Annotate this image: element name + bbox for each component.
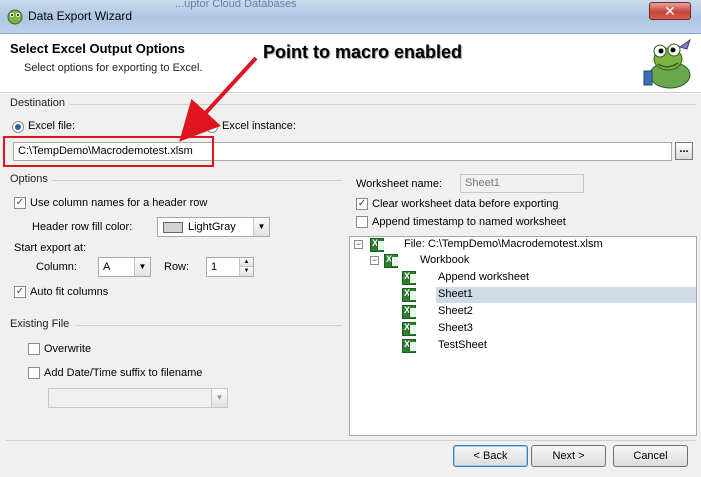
- tree-sheet-label: TestSheet: [438, 339, 487, 351]
- use-column-names-checkbox[interactable]: ✓: [14, 197, 26, 209]
- tree-workbook-node[interactable]: − Workbook: [370, 253, 670, 269]
- close-icon: ✕: [664, 3, 676, 19]
- append-timestamp-checkbox[interactable]: [356, 216, 368, 228]
- page-title: Select Excel Output Options: [10, 41, 185, 56]
- file-path-highlight-box: [3, 136, 214, 167]
- collapse-icon[interactable]: −: [354, 240, 363, 249]
- tree-sheet-node-selected[interactable]: Sheet1: [436, 287, 696, 303]
- excel-file-radio[interactable]: [12, 121, 24, 133]
- annotation-callout: Point to macro enabled: [263, 42, 463, 62]
- worksheet-icon: [402, 271, 416, 285]
- collapse-icon[interactable]: −: [370, 256, 379, 265]
- chevron-down-icon[interactable]: ▼: [211, 389, 227, 407]
- next-button[interactable]: Next >: [531, 445, 606, 467]
- header-fill-color-label: Header row fill color:: [32, 221, 133, 233]
- overwrite-label: Overwrite: [44, 343, 92, 355]
- overwrite-checkbox[interactable]: [28, 343, 40, 355]
- cancel-button[interactable]: Cancel: [613, 445, 688, 467]
- clear-worksheet-checkbox[interactable]: ✓: [356, 198, 368, 210]
- column-value: A: [103, 261, 111, 273]
- existing-file-divider: [76, 325, 342, 326]
- append-timestamp-label: Append timestamp to named worksheet: [372, 216, 566, 228]
- title-bar: Data Export Wizard ...uptor Cloud Databa…: [0, 0, 701, 34]
- excel-file-label: Excel file:: [28, 120, 76, 132]
- worksheet-icon: [402, 288, 416, 302]
- excel-instance-radio[interactable]: [206, 121, 218, 133]
- close-button[interactable]: ✕: [649, 2, 691, 20]
- tree-sheet-label: Sheet1: [438, 288, 473, 300]
- clear-worksheet-label: Clear worksheet data before exporting: [372, 198, 559, 210]
- tree-sheet-node[interactable]: Sheet2: [402, 304, 696, 320]
- tree-sheet-node[interactable]: Append worksheet: [402, 270, 696, 286]
- chevron-down-icon[interactable]: ▼: [253, 218, 269, 236]
- stepper-down-icon[interactable]: ▼: [239, 267, 253, 276]
- header-fill-color-value: LightGray: [188, 221, 236, 233]
- start-export-label: Start export at:: [14, 242, 87, 254]
- tree-sheet-node[interactable]: Sheet3: [402, 321, 696, 337]
- worksheet-name-label: Worksheet name:: [356, 178, 443, 190]
- worksheet-icon: [402, 305, 416, 319]
- use-column-names-label: Use column names for a header row: [30, 197, 208, 209]
- options-divider: [52, 180, 342, 181]
- tree-sheet-label: Append worksheet: [438, 271, 530, 283]
- row-stepper[interactable]: 1 ▲ ▼: [206, 257, 254, 277]
- stepper-up-icon[interactable]: ▲: [239, 258, 253, 267]
- date-format-select[interactable]: ▼: [48, 388, 228, 408]
- worksheet-tree[interactable]: − File: C:\TempDemo\Macrodemotest.xlsm −…: [349, 236, 697, 436]
- excel-workbook-icon: [384, 254, 398, 268]
- tree-file-node[interactable]: − File: C:\TempDemo\Macrodemotest.xlsm: [354, 237, 684, 253]
- worksheet-icon: [402, 339, 416, 353]
- worksheet-name-input[interactable]: Sheet1: [460, 174, 584, 193]
- tree-file-label: File: C:\TempDemo\Macrodemotest.xlsm: [404, 238, 603, 250]
- browse-file-button[interactable]: ...: [675, 142, 693, 160]
- options-group-label: Options: [10, 173, 48, 185]
- row-label: Row:: [164, 261, 190, 273]
- frog-app-icon: [7, 9, 23, 25]
- auto-fit-label: Auto fit columns: [30, 286, 109, 298]
- column-label: Column:: [36, 261, 77, 273]
- existing-file-group-label: Existing File: [10, 318, 70, 330]
- background-window-text: ...uptor Cloud Databases: [175, 0, 297, 10]
- chevron-down-icon[interactable]: ▼: [134, 258, 150, 276]
- worksheet-icon: [402, 322, 416, 336]
- auto-fit-checkbox[interactable]: ✓: [14, 286, 26, 298]
- window-title: Data Export Wizard: [28, 9, 133, 23]
- page-subtitle: Select options for exporting to Excel.: [24, 62, 203, 74]
- destination-divider: [70, 104, 696, 105]
- date-suffix-checkbox[interactable]: [28, 367, 40, 379]
- tree-workbook-label: Workbook: [420, 254, 470, 266]
- excel-instance-label: Excel instance:: [222, 120, 296, 132]
- color-swatch: [163, 222, 183, 233]
- destination-group-label: Destination: [10, 97, 66, 109]
- header-fill-color-select[interactable]: LightGray ▼: [157, 217, 270, 237]
- tree-sheet-label: Sheet3: [438, 322, 473, 334]
- excel-file-icon: [370, 238, 384, 252]
- tree-sheet-icon-holder: [402, 287, 418, 303]
- row-value: 1: [211, 261, 218, 273]
- frog-mascot-icon: [643, 38, 691, 89]
- tree-sheet-node[interactable]: TestSheet: [402, 338, 696, 354]
- column-select[interactable]: A ▼: [98, 257, 151, 277]
- date-suffix-label: Add Date/Time suffix to filename: [44, 367, 203, 379]
- footer-divider: [6, 440, 696, 441]
- tree-sheet-label: Sheet2: [438, 305, 473, 317]
- back-button[interactable]: < Back: [453, 445, 528, 467]
